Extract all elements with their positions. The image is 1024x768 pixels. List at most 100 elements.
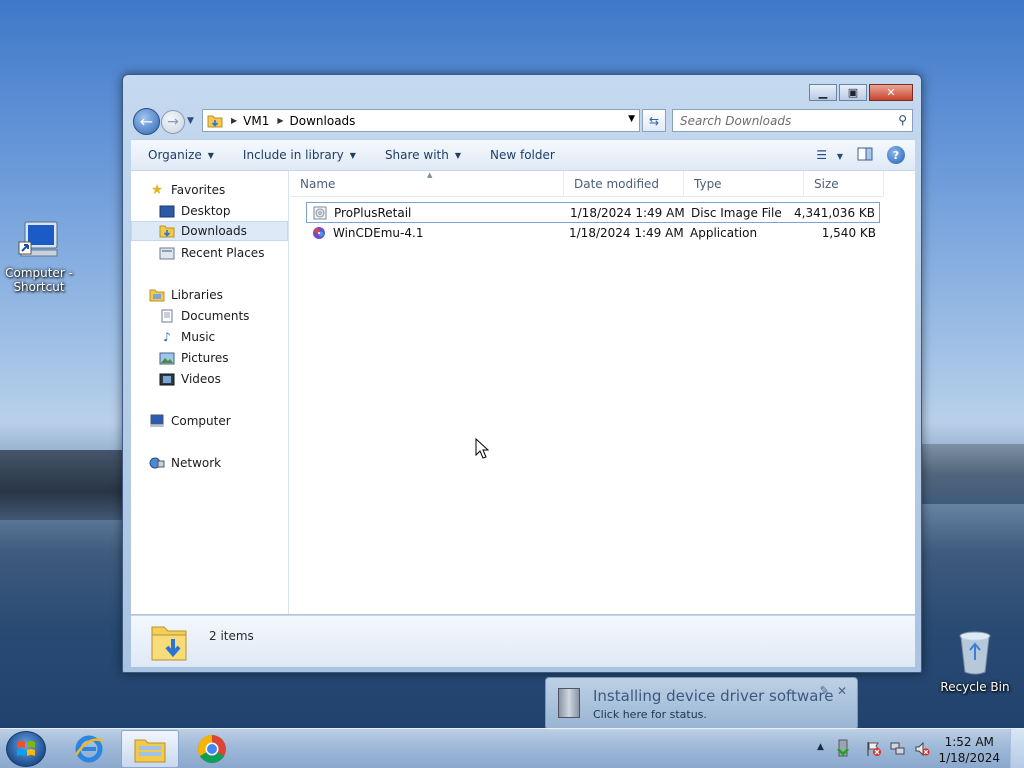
preview-pane-button[interactable] [857, 147, 873, 164]
taskbar-windows-explorer[interactable] [121, 730, 179, 768]
address-dropdown-icon[interactable]: ▼ [628, 114, 635, 124]
column-label: Date modified [574, 177, 660, 191]
search-input[interactable] [673, 110, 883, 131]
windows-logo-icon [17, 741, 35, 756]
column-header-size[interactable]: Size [804, 171, 884, 197]
action-center-flag-icon[interactable] [866, 741, 882, 760]
refresh-button[interactable]: ⇆ [642, 109, 666, 132]
windows-explorer-icon [134, 739, 166, 763]
address-bar[interactable]: ▶ VM1 ▶ Downloads ▼ [202, 109, 640, 132]
nav-recent-places[interactable]: Recent Places [159, 243, 287, 263]
breadcrumb-downloads[interactable]: Downloads [290, 114, 356, 128]
notification-balloon[interactable]: Installing device driver software Click … [545, 677, 858, 730]
column-label: Size [814, 177, 839, 191]
back-button[interactable]: ← [133, 108, 160, 135]
downloads-folder-large-icon [151, 626, 187, 661]
taskbar-chrome[interactable] [183, 730, 241, 768]
breadcrumb-separator[interactable]: ▶ [231, 116, 237, 125]
nav-pictures[interactable]: Pictures [159, 348, 287, 368]
volume-muted-icon[interactable] [914, 741, 930, 760]
sort-ascending-icon: ▲ [427, 171, 433, 179]
pictures-icon [159, 351, 175, 365]
close-button[interactable]: ✕ [869, 84, 913, 101]
help-icon: ? [892, 148, 900, 162]
file-row[interactable]: ProPlusRetail 1/18/2024 1:49 AM Disc Ima… [306, 202, 880, 223]
pin-icon[interactable]: ✎ [820, 684, 829, 697]
desktop-icon-recycle-bin[interactable]: Recycle Bin [940, 630, 1010, 694]
minimize-icon: ▁ [818, 86, 828, 99]
navigation-pane: ★ Favorites Desktop Downloads Recent Pla… [131, 171, 289, 614]
share-label: Share with [384, 148, 449, 162]
close-icon: ✕ [886, 86, 896, 99]
taskbar-clock[interactable]: 1:52 AM 1/18/2024 [938, 734, 1000, 766]
minimize-button[interactable]: ▁ [809, 84, 837, 101]
desktop-wallpaper-rocks [0, 450, 122, 520]
notification-close-icon[interactable]: ✕ [837, 684, 847, 698]
caret-down-icon: ▼ [454, 150, 461, 160]
window-controls: ▁ ▣ ✕ [807, 84, 913, 101]
view-controls: ☰ ▼ ? [816, 146, 905, 164]
caret-down-icon: ▼ [836, 152, 843, 161]
maximize-button[interactable]: ▣ [839, 84, 867, 101]
network-tray-icon[interactable] [890, 741, 906, 760]
breadcrumb-vm1[interactable]: VM1 [243, 114, 269, 128]
nav-downloads[interactable]: Downloads [131, 221, 288, 241]
device-install-tray-icon[interactable] [836, 739, 850, 760]
star-icon: ★ [150, 182, 164, 198]
change-view-button[interactable]: ☰ ▼ [816, 148, 843, 162]
videos-icon [159, 372, 175, 386]
file-type: Disc Image File [691, 206, 782, 220]
start-button[interactable] [6, 731, 46, 767]
nav-videos[interactable]: Videos [159, 369, 287, 389]
nav-network[interactable]: Network [149, 453, 279, 473]
taskbar-internet-explorer[interactable] [60, 730, 118, 768]
share-with-button[interactable]: Share with ▼ [385, 148, 461, 162]
desktop-wallpaper-rocks-right [920, 444, 1024, 504]
desktop-icon [159, 204, 175, 218]
desktop-icon-computer-shortcut[interactable]: Computer - Shortcut [4, 220, 74, 294]
recycle-bin-icon [959, 631, 991, 675]
clock-time: 1:52 AM [944, 735, 994, 749]
mouse-cursor-icon [475, 438, 489, 459]
nav-computer[interactable]: Computer [149, 411, 279, 431]
arrow-left-icon: ← [139, 112, 154, 131]
computer-icon [149, 414, 165, 428]
restore-icon: ▣ [847, 86, 859, 99]
nav-libraries[interactable]: Libraries [149, 285, 279, 305]
nav-desktop[interactable]: Desktop [159, 201, 287, 221]
show-hidden-icons-button[interactable]: ▲ [817, 742, 824, 752]
nav-label: Desktop [181, 204, 231, 218]
file-row[interactable]: WinCDEmu-4.1 1/18/2024 1:49 AM Applicati… [306, 223, 880, 244]
file-name: WinCDEmu-4.1 [333, 226, 424, 240]
search-box[interactable]: ⚲ [672, 109, 913, 132]
clock-date: 1/18/2024 [938, 751, 1000, 765]
nav-label: Network [171, 456, 222, 470]
file-list: Name ▲ Date modified Type Size ProPlusRe… [290, 171, 915, 614]
breadcrumb-separator[interactable]: ▶ [277, 116, 283, 125]
nav-label: Recent Places [181, 246, 265, 260]
help-button[interactable]: ? [887, 146, 905, 164]
recent-pages-dropdown[interactable]: ▼ [187, 116, 194, 126]
taskbar: ▲ 1:52 AM 1/18/2024 [0, 728, 1024, 768]
nav-music[interactable]: ♪ Music [159, 327, 287, 347]
notification-title: Installing device driver software [593, 687, 834, 705]
notification-subtitle: Click here for status. [593, 708, 707, 721]
column-label: Name [300, 177, 336, 191]
new-folder-button[interactable]: New folder [490, 148, 555, 162]
nav-favorites[interactable]: ★ Favorites [149, 180, 279, 200]
show-desktop-button[interactable] [1010, 729, 1024, 768]
column-header-date[interactable]: Date modified [564, 171, 684, 197]
details-view-icon: ☰ [816, 148, 828, 162]
explorer-window: ▁ ▣ ✕ ← → ▼ ▶ VM1 ▶ Downloads ▼ ⇆ ⚲ Orga… [122, 74, 922, 673]
file-date: 1/18/2024 1:49 AM [569, 226, 684, 240]
file-name: ProPlusRetail [334, 206, 412, 220]
organize-label: Organize [148, 148, 202, 162]
desktop-icon-label: Computer - Shortcut [5, 266, 73, 294]
include-in-library-button[interactable]: Include in library ▼ [243, 148, 356, 162]
organize-button[interactable]: Organize ▼ [148, 148, 214, 162]
column-header-type[interactable]: Type [684, 171, 804, 197]
forward-button[interactable]: → [161, 110, 185, 134]
nav-documents[interactable]: Documents [159, 306, 287, 326]
include-label: Include in library [242, 148, 344, 162]
column-label: Type [694, 177, 722, 191]
